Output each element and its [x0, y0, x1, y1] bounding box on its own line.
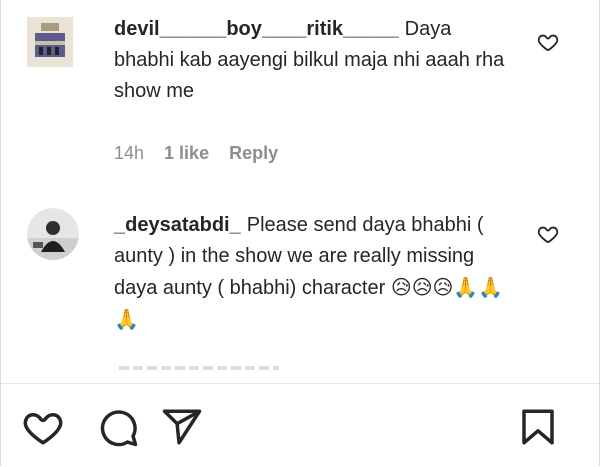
send-icon[interactable]: [161, 406, 203, 448]
comment-username[interactable]: devil______boy____ritik_____: [114, 18, 399, 40]
scroll-fade: [119, 366, 279, 370]
comment-text: _deysatabdi_ Please send daya bhabhi ( au…: [114, 210, 514, 336]
heart-icon[interactable]: [22, 406, 64, 448]
heart-outline-icon[interactable]: [537, 223, 559, 245]
comment-meta: 14h 1 like Reply: [114, 143, 298, 164]
comment-username[interactable]: _deysatabdi_: [114, 214, 241, 236]
avatar-image: [27, 208, 79, 260]
post-action-bar: [1, 383, 599, 467]
reply-button[interactable]: Reply: [229, 143, 278, 163]
bookmark-icon[interactable]: [517, 406, 559, 448]
avatar[interactable]: [27, 208, 79, 260]
comment-likes-count[interactable]: 1 like: [164, 143, 209, 163]
heart-outline-icon[interactable]: [537, 31, 559, 53]
avatar[interactable]: [27, 17, 73, 67]
comment-icon[interactable]: [97, 406, 139, 448]
comment-text: devil______boy____ritik_____ Daya bhabhi …: [114, 14, 514, 107]
comment-time: 14h: [114, 143, 145, 163]
avatar-image: [27, 17, 73, 67]
